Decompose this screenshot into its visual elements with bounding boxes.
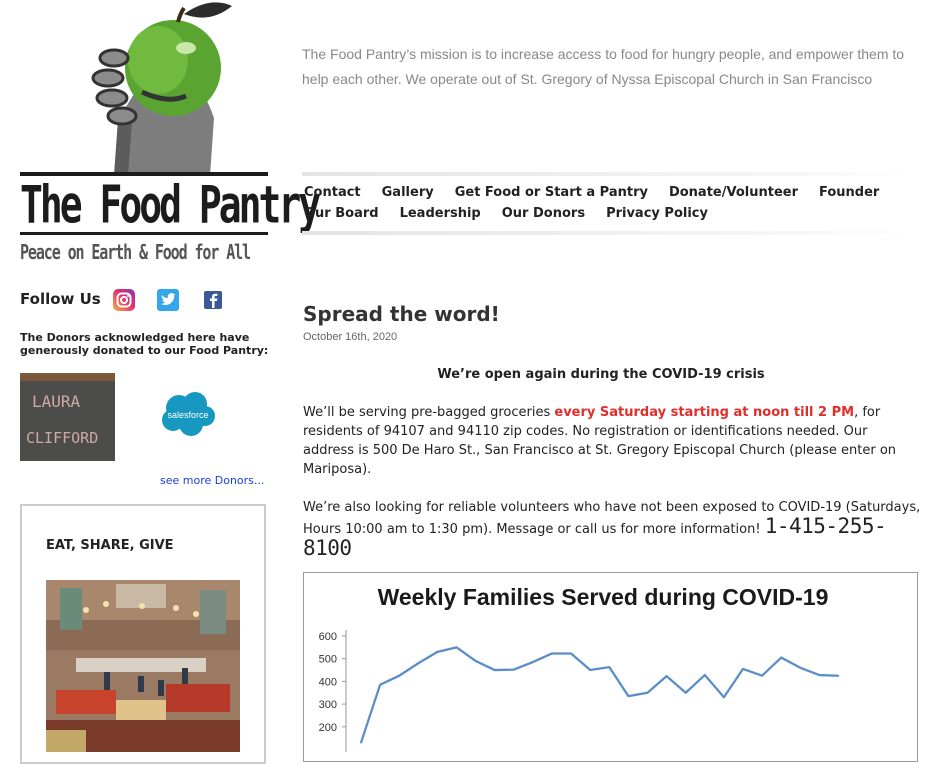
nav-leadership[interactable]: Leadership <box>400 203 481 224</box>
twitter-icon[interactable] <box>157 289 179 311</box>
salesforce-label: salesforce <box>167 410 208 420</box>
data-point <box>684 691 687 694</box>
y-tick-label: 600 <box>319 631 337 643</box>
data-point <box>398 674 400 677</box>
y-tick-label: 200 <box>319 722 337 734</box>
chalk-text-clifford: CLIFFORD <box>26 429 98 447</box>
series-line <box>359 646 839 744</box>
nav-contact[interactable]: Contact <box>304 182 361 203</box>
nav-privacy-policy[interactable]: Privacy Policy <box>606 203 708 224</box>
data-point <box>780 656 782 659</box>
y-tick-label: 400 <box>319 676 337 688</box>
instagram-icon[interactable] <box>113 289 135 311</box>
weekly-families-chart: 600 500 400 300 200 <box>319 630 840 752</box>
data-point <box>455 646 458 649</box>
donor-laura-clifford-image[interactable]: LAURA CLIFFORD <box>20 373 115 461</box>
data-point <box>493 669 496 671</box>
data-point <box>818 674 821 676</box>
see-more-donors-link[interactable]: see more Donors... <box>160 474 264 487</box>
data-point <box>837 674 840 677</box>
y-tick-label: 300 <box>319 699 337 711</box>
data-point <box>723 696 725 699</box>
logo-tagline: Peace on Earth & Food for All <box>20 240 251 265</box>
nav-our-donors[interactable]: Our Donors <box>502 203 585 224</box>
data-point <box>532 661 534 663</box>
post-paragraph-1: We’ll be serving pre-bagged groceries ev… <box>303 403 921 479</box>
nav-get-food[interactable]: Get Food or Start a Pantry <box>455 182 648 203</box>
data-point <box>665 675 668 677</box>
data-point <box>474 660 477 662</box>
data-point <box>589 669 591 671</box>
data-point <box>436 651 439 653</box>
data-point <box>417 662 420 665</box>
post-paragraph-2: We’re also looking for reliable voluntee… <box>303 498 921 561</box>
saturday-hours-highlight: every Saturday starting at noon till 2 P… <box>554 405 855 420</box>
data-point <box>608 666 611 668</box>
salesforce-logo[interactable]: salesforce <box>161 390 215 438</box>
data-point <box>627 695 630 697</box>
pantry-photo[interactable] <box>46 580 240 752</box>
nav-top-rule <box>302 172 912 176</box>
y-tick-label: 500 <box>319 654 337 666</box>
chart-title: Weekly Families Served during COVID-19 <box>377 584 829 610</box>
p1-before: We’ll be serving pre-bagged groceries <box>303 405 555 420</box>
nav-donate-volunteer[interactable]: Donate/Volunteer <box>669 182 798 203</box>
phone-number[interactable]: 1-415-255-8100 <box>303 514 887 560</box>
post-headline: We’re open again during the COVID-19 cri… <box>437 367 765 382</box>
donors-acknowledgement: The Donors acknowledged here have genero… <box>20 331 269 357</box>
facebook-icon[interactable] <box>202 289 224 311</box>
data-point <box>799 666 802 669</box>
nav-bottom-rule <box>302 231 912 235</box>
nav-gallery[interactable]: Gallery <box>382 182 434 203</box>
nav-our-board[interactable]: Our Board <box>304 203 379 224</box>
chalk-text-laura: LAURA <box>32 392 81 411</box>
post-title: Spread the word! <box>303 302 500 326</box>
follow-us-label: Follow Us <box>20 290 101 308</box>
nav-founder[interactable]: Founder <box>819 182 879 203</box>
post-date: October 16th, 2020 <box>303 331 398 343</box>
data-point <box>513 668 515 671</box>
data-point <box>570 652 572 655</box>
data-point <box>742 668 744 670</box>
data-point <box>761 674 763 677</box>
data-point <box>646 691 649 694</box>
data-point <box>360 741 362 744</box>
box-title: EAT, SHARE, GIVE <box>46 538 174 553</box>
data-point <box>551 652 553 655</box>
data-point <box>704 674 706 676</box>
data-point <box>379 684 381 686</box>
mission-statement: The Food Pantry’s mission is to increase… <box>302 46 905 87</box>
main-nav: Contact Gallery Get Food or Start a Pantry… <box>304 182 904 224</box>
